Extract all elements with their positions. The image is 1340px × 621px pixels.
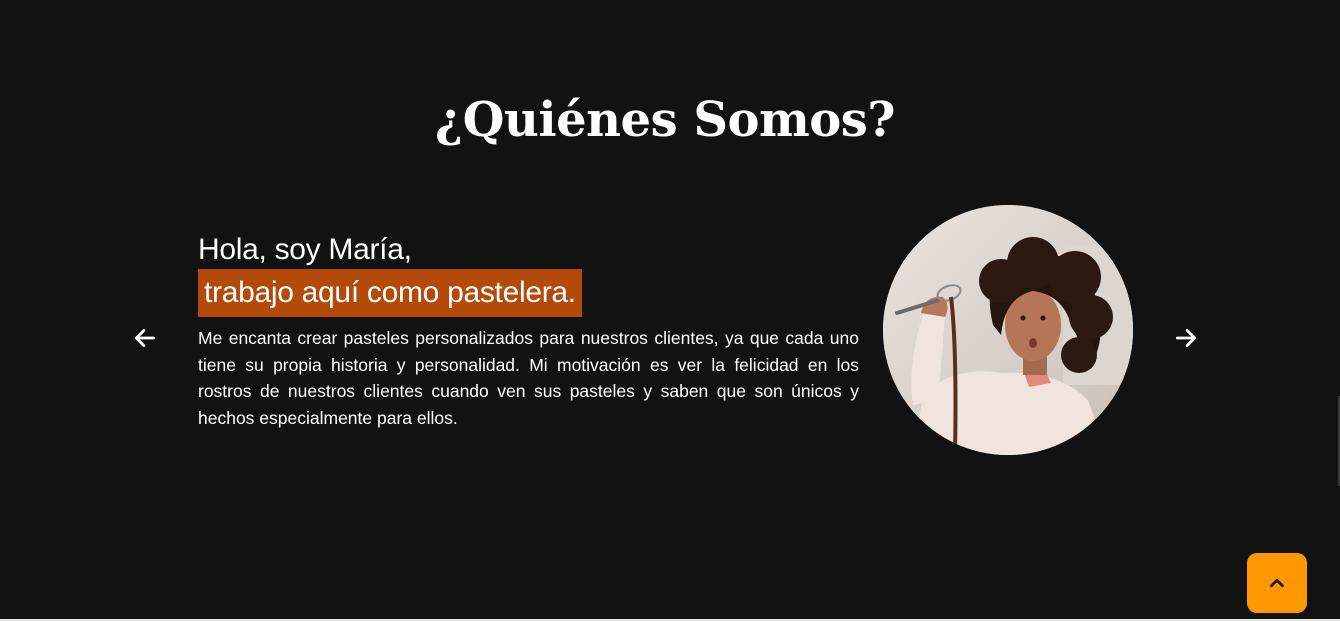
slide-bio: Me encanta crear pasteles personalizados…: [198, 328, 859, 428]
arrow-right-icon: [1175, 329, 1197, 347]
arrow-left-icon: [134, 329, 156, 347]
section-title: ¿Quiénes Somos?: [435, 92, 895, 148]
portrait-image: [883, 205, 1133, 455]
chevron-up-icon: [1270, 578, 1284, 588]
slide-role-highlight: trabajo aquí como pastelera.: [198, 269, 582, 317]
about-section: ¿Quiénes Somos? Hola, soy María, trabajo…: [0, 0, 1340, 621]
prev-slide-button[interactable]: [129, 322, 161, 354]
slide-greeting: Hola, soy María,: [198, 233, 412, 266]
slide-content: Hola, soy María, trabajo aquí como paste…: [198, 230, 859, 431]
next-slide-button[interactable]: [1170, 322, 1202, 354]
back-to-top-button[interactable]: [1247, 553, 1307, 613]
